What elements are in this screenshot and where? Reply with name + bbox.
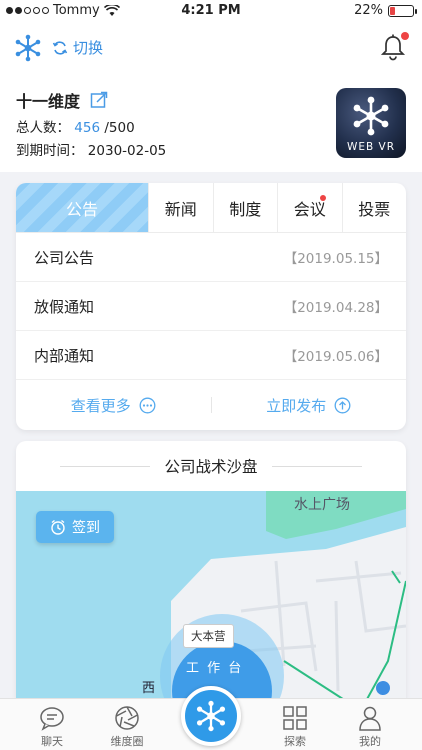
battery-percent: 22% [354,3,383,18]
company-info: 十一维度 总人数： 456 /500 到期时间： 2030-02-05 WEB … [0,74,422,172]
view-more-button[interactable]: 查看更多 [16,395,211,416]
network-logo-icon [353,96,389,136]
hq-marker[interactable]: 大本营 [183,624,234,648]
members-total: /500 [104,120,135,136]
tab-chat-label: 聊天 [41,735,63,748]
publish-button[interactable]: 立即发布 [212,395,407,416]
place-label: 水上广场 [294,497,350,513]
sign-in-button[interactable]: 签到 [36,511,114,543]
expiry-date: 2030-02-05 [87,143,167,159]
top-header: 切换 [0,22,422,74]
members-current: 456 [74,120,101,136]
network-icon [196,700,226,732]
notice-tabs: 公告 新闻 制度 会议 投票 [16,183,406,233]
app-logo-text: WEB VR [346,141,396,153]
aperture-icon [115,706,139,730]
divider [60,465,151,467]
view-more-label: 查看更多 [70,396,131,415]
tab-vote[interactable]: 投票 [341,183,407,232]
notice-card: 公告 新闻 制度 会议 投票 公司公告 【2019.05.15】 放假通知 【2… [16,183,406,430]
notification-badge [401,32,409,40]
tab-meeting[interactable]: 会议 [277,183,342,232]
workbench-label[interactable]: 工 作 台 [186,657,243,676]
tab-label: 新闻 [164,199,197,219]
webvr-app-logo[interactable]: WEB VR [336,88,406,158]
battery-icon [388,4,417,17]
sandbox-header: 公司战术沙盘 [16,441,406,491]
map-view[interactable]: 签到 水上广场 大本营 工 作 台 西 [16,491,406,701]
tab-policy[interactable]: 制度 [212,183,278,232]
notification-button[interactable] [380,32,409,61]
tab-label: 公告 [65,199,98,219]
tab-news[interactable]: 新闻 [148,183,213,232]
battery-info: 22% [354,3,417,18]
workbench-button[interactable] [181,686,241,746]
sign-in-label: 签到 [72,520,100,536]
company-name: 十一维度 [16,92,81,111]
map-partial-label: 西 [142,681,156,696]
notice-title: 公司公告 [34,248,95,267]
notice-title: 内部通知 [34,346,95,365]
chat-icon [40,707,64,731]
tab-me-label: 我的 [359,735,381,748]
status-bar: Tommy 4:21 PM 22% [0,0,422,22]
expiry-info: 到期时间： 2030-02-05 [16,139,166,159]
notice-title: 放假通知 [34,297,95,316]
more-dots-icon [139,397,156,413]
notice-date: 【2019.04.28】 [283,300,388,316]
tab-badge [319,195,326,201]
notice-date: 【2019.05.15】 [283,251,388,267]
edit-icon[interactable] [90,91,108,109]
members-label: 总人数： [16,120,70,136]
switch-button[interactable]: 切换 [52,37,103,58]
grid-icon [283,706,307,730]
clock-icon [51,519,65,535]
expiry-label: 到期时间： [16,143,84,159]
tab-label: 投票 [358,199,391,219]
tab-explore[interactable]: 探索 [265,705,325,749]
app-logo-icon[interactable] [14,34,42,62]
tab-announcement[interactable]: 公告 [16,183,148,232]
tab-circle-label: 维度圈 [110,735,144,748]
tab-label: 制度 [229,199,262,219]
tab-explore-label: 探索 [284,735,306,748]
sandbox-title: 公司战术沙盘 [164,458,258,476]
refresh-icon [52,40,68,55]
publish-label: 立即发布 [266,396,327,415]
list-item[interactable]: 放假通知 【2019.04.28】 [16,282,406,331]
notice-actions: 查看更多 立即发布 [16,380,406,430]
tab-chat[interactable]: 聊天 [22,705,82,749]
upload-arrow-icon [334,397,351,413]
switch-label: 切换 [73,39,104,57]
member-count: 总人数： 456 /500 [16,116,135,136]
tactical-sandbox: 公司战术沙盘 签到 水上广场 大本营 工 作 台 西 [16,441,406,701]
list-item[interactable]: 公司公告 【2019.05.15】 [16,233,406,282]
list-item[interactable]: 内部通知 【2019.05.06】 [16,331,406,380]
tab-circle[interactable]: 维度圈 [97,705,157,749]
notice-date: 【2019.05.06】 [283,349,388,365]
tab-me[interactable]: 我的 [340,705,400,749]
user-icon [359,706,381,731]
divider [271,465,362,467]
